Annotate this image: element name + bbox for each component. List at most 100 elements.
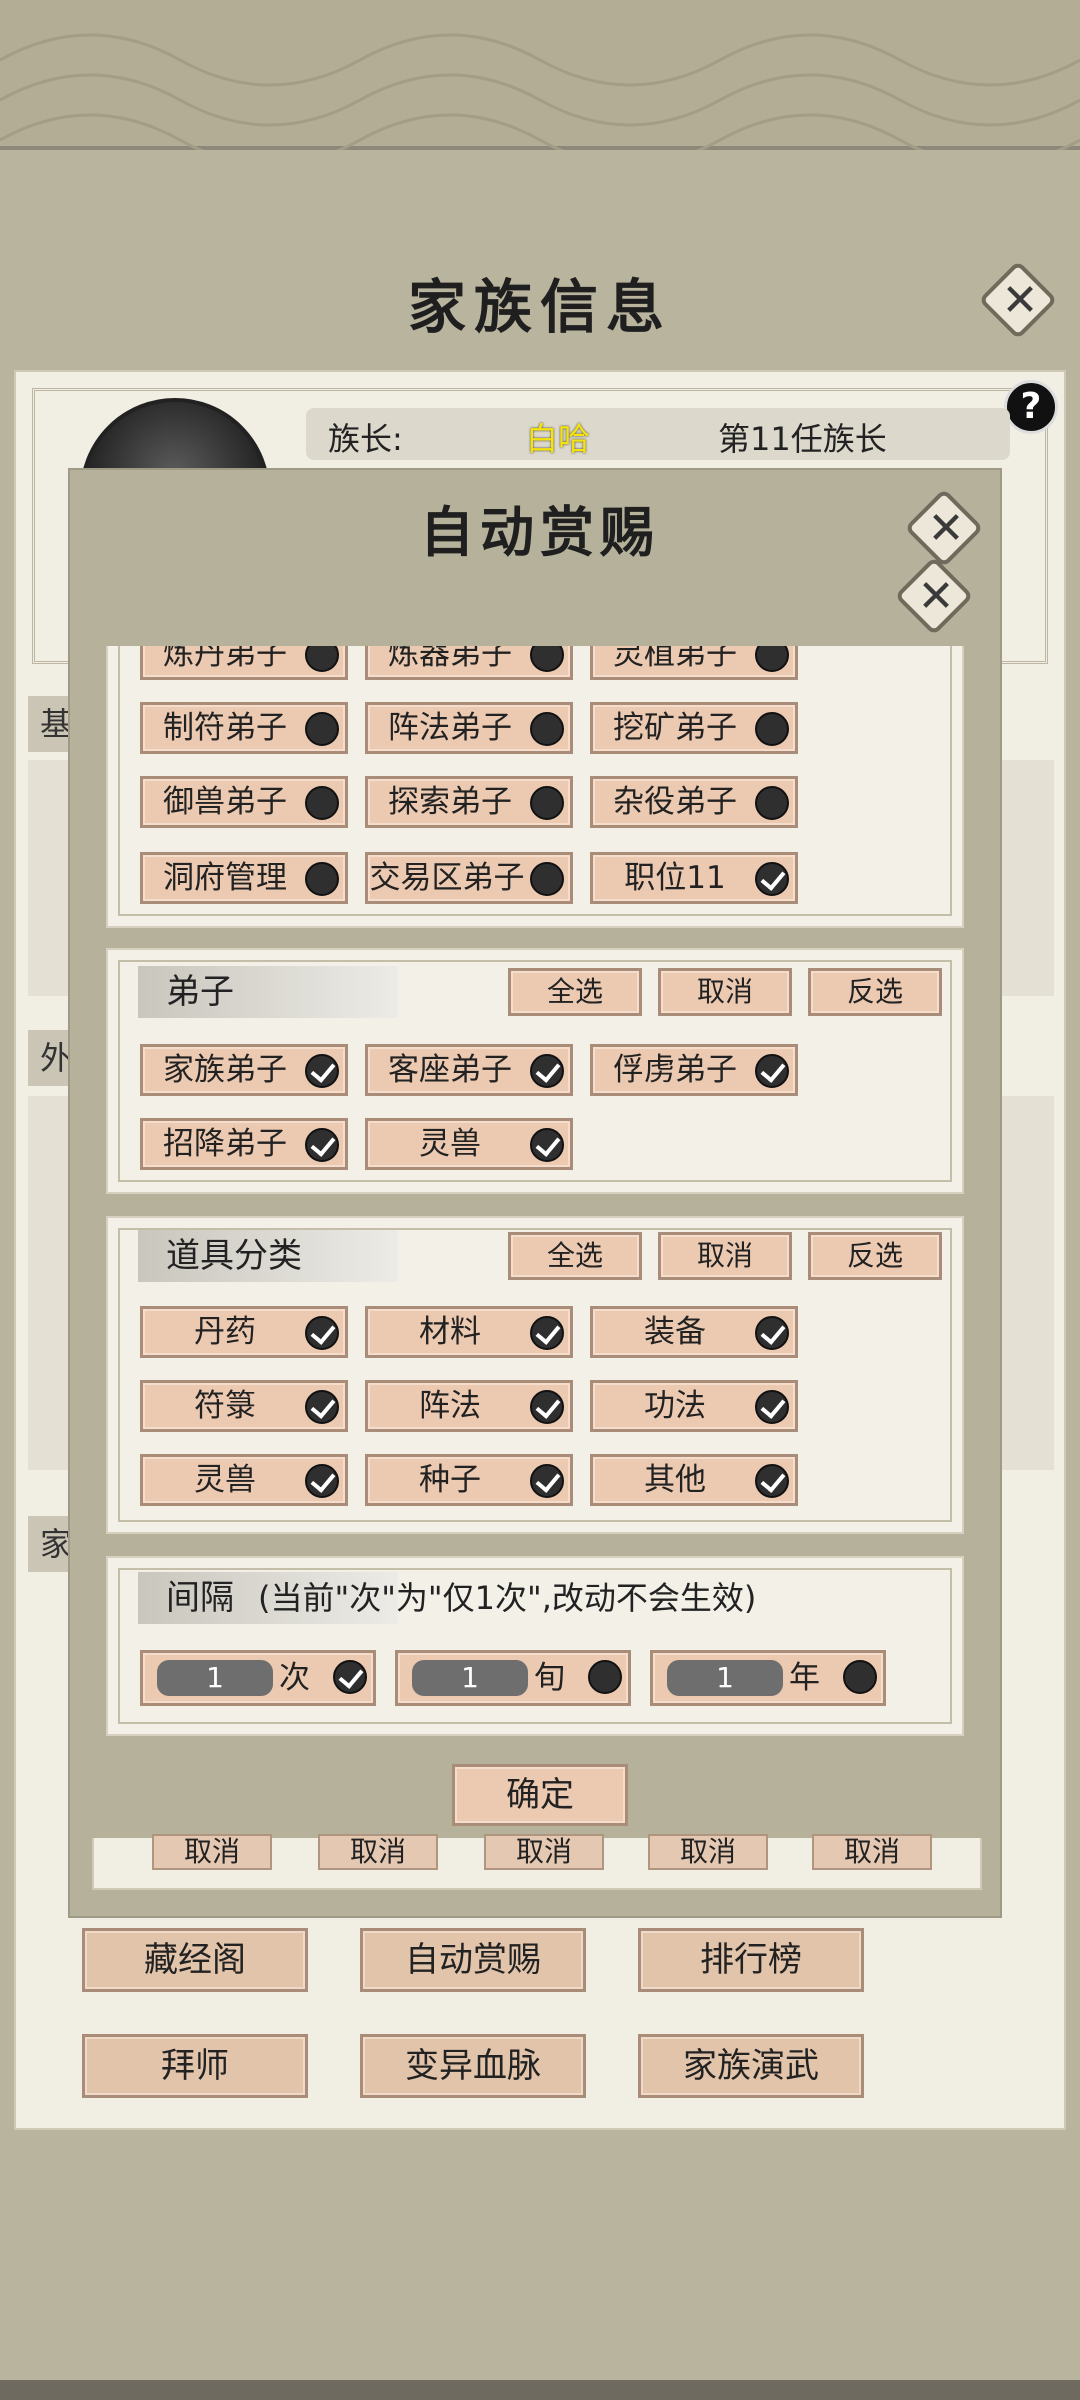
- checkbox: [530, 786, 564, 820]
- background-cancel-button: 取消: [484, 1834, 604, 1870]
- close-icon: ✕: [1001, 275, 1039, 326]
- checkmark-icon: [530, 1054, 564, 1088]
- option-position-2[interactable]: 炼器弟子: [365, 646, 573, 680]
- checkmark-icon: [305, 1054, 339, 1088]
- item-category-section: 道具分类 全选 取消 反选 丹药 材料 装备 符箓 阵法 功法 灵兽 种子 其他: [106, 1216, 964, 1534]
- invert-selection-button[interactable]: 反选: [808, 968, 942, 1016]
- option-disciple-surrendered[interactable]: 招降弟子: [140, 1118, 348, 1170]
- background-cancel-button: 取消: [152, 1834, 272, 1870]
- cancel-selection-button[interactable]: 取消: [658, 968, 792, 1016]
- positions-section: 炼丹弟子 炼器弟子 灵植弟子 制符弟子 阵法弟子 挖矿弟子 御兽弟子 探索弟子 …: [106, 646, 964, 928]
- interval-unit: 次: [279, 1660, 310, 1696]
- option-position-4[interactable]: 制符弟子: [140, 702, 348, 754]
- background-cancel-button: 取消: [318, 1834, 438, 1870]
- interval-option-xun[interactable]: 1 旬: [395, 1650, 631, 1706]
- checkmark-icon: [755, 1054, 789, 1088]
- section-label: 弟子: [138, 966, 398, 1018]
- option-disciple-beast[interactable]: 灵兽: [365, 1118, 573, 1170]
- option-disciple-captive[interactable]: 俘虏弟子: [590, 1044, 798, 1096]
- checkbox: [530, 862, 564, 896]
- leaderboard-button[interactable]: 排行榜: [638, 1928, 864, 1992]
- leader-rank: 第11任族长: [718, 420, 887, 458]
- section-label: 道具分类: [138, 1230, 398, 1282]
- scripture-pavilion-button[interactable]: 藏经阁: [82, 1928, 308, 1992]
- interval-section: 间隔 (当前"次"为"仅1次",改动不会生效) 1 次 1 旬 1 年: [106, 1556, 964, 1736]
- option-position-7[interactable]: 御兽弟子: [140, 776, 348, 828]
- interval-unit: 年: [789, 1660, 820, 1696]
- leader-name: 白哈: [526, 420, 591, 458]
- confirm-button[interactable]: 确定: [452, 1764, 628, 1826]
- option-item-technique[interactable]: 功法: [590, 1380, 798, 1432]
- checkmark-icon: [755, 862, 789, 896]
- mutated-bloodline-button[interactable]: 变异血脉: [360, 2034, 586, 2098]
- select-all-button[interactable]: 全选: [508, 968, 642, 1016]
- checkbox: [305, 862, 339, 896]
- checkbox: [305, 712, 339, 746]
- interval-value-input[interactable]: 1: [667, 1660, 783, 1696]
- bottom-decor-band: [0, 2380, 1080, 2400]
- interval-option-times[interactable]: 1 次: [140, 1650, 376, 1706]
- option-item-talisman[interactable]: 符箓: [140, 1380, 348, 1432]
- option-position-11[interactable]: 交易区弟子: [365, 852, 573, 904]
- checkmark-icon: [755, 1464, 789, 1498]
- question-icon: ?: [1020, 386, 1042, 427]
- checkbox: [588, 1660, 622, 1694]
- checkmark-icon: [305, 1464, 339, 1498]
- option-position-8[interactable]: 探索弟子: [365, 776, 573, 828]
- checkbox: [530, 646, 564, 672]
- apprentice-button[interactable]: 拜师: [82, 2034, 308, 2098]
- option-position-5[interactable]: 阵法弟子: [365, 702, 573, 754]
- checkbox: [755, 646, 789, 672]
- interval-note: (当前"次"为"仅1次",改动不会生效): [258, 1579, 757, 1617]
- checkbox: [305, 786, 339, 820]
- option-item-formation[interactable]: 阵法: [365, 1380, 573, 1432]
- option-item-pill[interactable]: 丹药: [140, 1306, 348, 1358]
- wave-pattern: [0, 33, 1080, 150]
- invert-selection-button[interactable]: 反选: [808, 1232, 942, 1280]
- option-disciple-guest[interactable]: 客座弟子: [365, 1044, 573, 1096]
- cancel-selection-button[interactable]: 取消: [658, 1232, 792, 1280]
- top-decor-band: [0, 0, 1080, 150]
- interval-option-year[interactable]: 1 年: [650, 1650, 886, 1706]
- option-item-seed[interactable]: 种子: [365, 1454, 573, 1506]
- leader-label: 族长:: [328, 420, 403, 458]
- option-item-equipment[interactable]: 装备: [590, 1306, 798, 1358]
- leader-row: 族长: 白哈 第11任族长: [306, 408, 1010, 460]
- checkbox: [305, 646, 339, 672]
- dialog-scroll-area[interactable]: 炼丹弟子 炼器弟子 灵植弟子 制符弟子 阵法弟子 挖矿弟子 御兽弟子 探索弟子 …: [106, 646, 964, 1746]
- checkbox: [530, 712, 564, 746]
- checkmark-icon: [755, 1390, 789, 1424]
- auto-reward-button[interactable]: 自动赏赐: [360, 1928, 586, 1992]
- close-page-button[interactable]: ✕: [978, 260, 1060, 342]
- option-disciple-family[interactable]: 家族弟子: [140, 1044, 348, 1096]
- close-dialog-button-2[interactable]: ✕: [894, 556, 976, 638]
- select-all-button[interactable]: 全选: [508, 1232, 642, 1280]
- help-button[interactable]: ?: [1004, 380, 1058, 434]
- option-item-beast[interactable]: 灵兽: [140, 1454, 348, 1506]
- interval-value-input[interactable]: 1: [157, 1660, 273, 1696]
- interval-value-input[interactable]: 1: [412, 1660, 528, 1696]
- checkmark-icon: [530, 1316, 564, 1350]
- checkmark-icon: [530, 1390, 564, 1424]
- option-item-other[interactable]: 其他: [590, 1454, 798, 1506]
- page-title: 家族信息: [407, 273, 672, 341]
- checkmark-icon: [305, 1128, 339, 1162]
- interval-unit: 旬: [534, 1660, 565, 1696]
- checkmark-icon: [530, 1128, 564, 1162]
- checkbox: [755, 786, 789, 820]
- checkmark-icon: [305, 1390, 339, 1424]
- option-position-10[interactable]: 洞府管理: [140, 852, 348, 904]
- option-position-3[interactable]: 灵植弟子: [590, 646, 798, 680]
- checkbox: [843, 1660, 877, 1694]
- option-position-1[interactable]: 炼丹弟子: [140, 646, 348, 680]
- option-position-9[interactable]: 杂役弟子: [590, 776, 798, 828]
- checkmark-icon: [755, 1316, 789, 1350]
- family-martial-button[interactable]: 家族演武: [638, 2034, 864, 2098]
- option-item-material[interactable]: 材料: [365, 1306, 573, 1358]
- option-position-6[interactable]: 挖矿弟子: [590, 702, 798, 754]
- checkmark-icon: [530, 1464, 564, 1498]
- checkmark-icon: [333, 1660, 367, 1694]
- background-cancel-button: 取消: [812, 1834, 932, 1870]
- option-position-12[interactable]: 职位11: [590, 852, 798, 904]
- disciples-section: 弟子 全选 取消 反选 家族弟子 客座弟子 俘虏弟子 招降弟子 灵兽: [106, 948, 964, 1194]
